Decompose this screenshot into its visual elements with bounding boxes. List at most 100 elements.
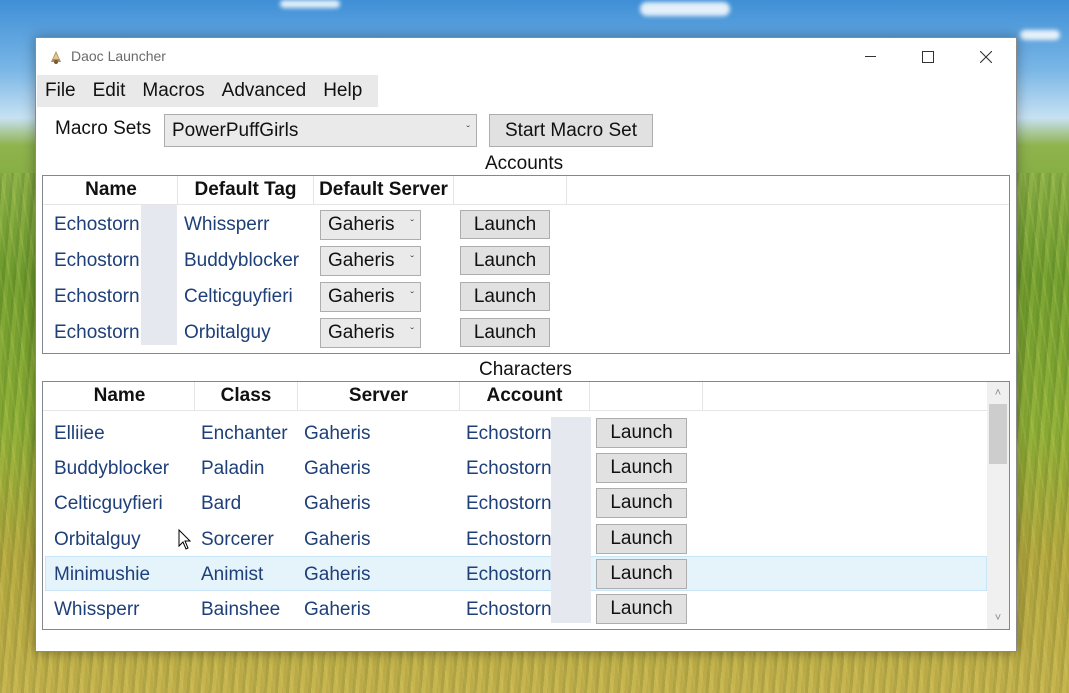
accounts-header-name[interactable]: Name [45, 176, 178, 204]
characters-header-account[interactable]: Account [460, 382, 590, 410]
character-server: Gaheris [304, 493, 371, 514]
account-default-tag: Buddyblocker [184, 250, 300, 271]
account-default-tag: Whissperr [184, 214, 270, 235]
account-launch-button[interactable]: Launch [460, 210, 550, 239]
chevron-down-icon: ˇ [410, 326, 414, 339]
macro-sets-label: Macro Sets [55, 118, 152, 139]
scroll-down-icon[interactable]: ˅ [987, 609, 1009, 627]
account-launch-button[interactable]: Launch [460, 318, 550, 347]
account-name: Echostorn [54, 322, 140, 343]
character-name: Elliiee [54, 423, 105, 444]
mouse-cursor-icon [178, 529, 192, 550]
character-launch-button[interactable]: Launch [596, 559, 687, 589]
character-class: Bard [201, 493, 242, 514]
account-launch-button[interactable]: Launch [460, 282, 550, 311]
account-server-dropdown[interactable]: Gaheris ˇ [320, 210, 421, 240]
character-account: Echostorn [466, 423, 552, 444]
character-class: Sorcerer [201, 529, 274, 550]
chevron-down-icon: ˇ [410, 218, 414, 231]
character-account: Echostorn [466, 529, 552, 550]
character-name: Celticguyfieri [54, 493, 163, 514]
account-server-dropdown[interactable]: Gaheris ˇ [320, 246, 421, 276]
character-class: Enchanter [201, 423, 288, 444]
character-account: Echostorn [466, 599, 552, 620]
maximize-button[interactable] [899, 38, 957, 75]
minimize-button[interactable] [841, 38, 899, 75]
character-account: Echostorn [466, 458, 552, 479]
character-launch-button[interactable]: Launch [596, 453, 687, 483]
app-window: Daoc Launcher File Edit Macros Advanced … [35, 37, 1017, 652]
character-name: Whissperr [54, 599, 140, 620]
character-class: Bainshee [201, 599, 281, 620]
character-server: Gaheris [304, 599, 371, 620]
menu-advanced[interactable]: Advanced [214, 75, 316, 107]
characters-header-server[interactable]: Server [298, 382, 460, 410]
characters-grid: Name Class Server Account Elliiee Enchan… [42, 381, 1010, 630]
title-bar[interactable]: Daoc Launcher [36, 38, 1016, 75]
account-server-value: Gaheris [328, 286, 395, 307]
account-launch-button[interactable]: Launch [460, 246, 550, 275]
character-account: Echostorn [466, 493, 552, 514]
characters-header-blank[interactable] [590, 382, 703, 410]
character-server: Gaheris [304, 458, 371, 479]
cloud [280, 0, 340, 8]
character-launch-button[interactable]: Launch [596, 524, 687, 554]
cloud [1020, 30, 1060, 40]
character-name: Minimushie [54, 564, 151, 585]
characters-title: Characters [479, 359, 572, 380]
character-launch-button[interactable]: Launch [596, 594, 687, 624]
account-server-value: Gaheris [328, 250, 395, 271]
menu-help[interactable]: Help [315, 75, 371, 107]
chevron-down-icon: ˇ [410, 290, 414, 303]
character-launch-button[interactable]: Launch [596, 488, 687, 518]
account-server-value: Gaheris [328, 322, 395, 343]
menu-bar: File Edit Macros Advanced Help [37, 75, 378, 107]
redacted-block [551, 417, 591, 623]
characters-header-divider [43, 410, 987, 411]
account-server-dropdown[interactable]: Gaheris ˇ [320, 318, 421, 348]
accounts-grid: Name Default Tag Default Server Echostor… [42, 175, 1010, 354]
chevron-down-icon: ˇ [466, 123, 470, 136]
account-name: Echostorn [54, 250, 140, 271]
app-icon [51, 51, 61, 64]
character-class: Paladin [201, 458, 265, 479]
account-server-dropdown[interactable]: Gaheris ˇ [320, 282, 421, 312]
character-launch-button[interactable]: Launch [596, 418, 687, 448]
character-name: Buddyblocker [54, 458, 170, 479]
characters-scrollbar[interactable]: ˄ ˅ [987, 382, 1009, 629]
account-default-tag: Celticguyfieri [184, 286, 293, 307]
accounts-header-divider [43, 204, 1009, 205]
chevron-down-icon: ˇ [410, 254, 414, 267]
accounts-header-default-server[interactable]: Default Server [314, 176, 454, 204]
character-server: Gaheris [304, 423, 371, 444]
close-button[interactable] [957, 38, 1015, 75]
window-title: Daoc Launcher [71, 48, 166, 64]
maximize-icon [922, 50, 934, 63]
accounts-header-blank[interactable] [454, 176, 567, 204]
macro-sets-dropdown[interactable]: PowerPuffGirls ˇ [164, 114, 477, 147]
account-default-tag: Orbitalguy [184, 322, 271, 343]
accounts-title: Accounts [485, 153, 564, 174]
menu-edit[interactable]: Edit [85, 75, 135, 107]
macro-sets-selected: PowerPuffGirls [172, 119, 299, 141]
character-server: Gaheris [304, 529, 371, 550]
menu-macros[interactable]: Macros [134, 75, 213, 107]
redacted-block [141, 205, 177, 345]
cloud [640, 2, 730, 16]
scroll-up-icon[interactable]: ˄ [987, 384, 1009, 402]
account-server-value: Gaheris [328, 214, 395, 235]
minimize-icon [864, 56, 876, 57]
scrollbar-thumb[interactable] [989, 404, 1007, 464]
character-account: Echostorn [466, 564, 552, 585]
close-icon [980, 50, 992, 63]
accounts-header-default-tag[interactable]: Default Tag [178, 176, 314, 204]
characters-header-class[interactable]: Class [195, 382, 298, 410]
character-server: Gaheris [304, 564, 371, 585]
account-name: Echostorn [54, 286, 140, 307]
account-name: Echostorn [54, 214, 140, 235]
start-macro-set-button[interactable]: Start Macro Set [489, 114, 653, 147]
character-class: Animist [201, 564, 264, 585]
character-name: Orbitalguy [54, 529, 141, 550]
characters-header-name[interactable]: Name [45, 382, 195, 410]
menu-file[interactable]: File [37, 75, 85, 107]
